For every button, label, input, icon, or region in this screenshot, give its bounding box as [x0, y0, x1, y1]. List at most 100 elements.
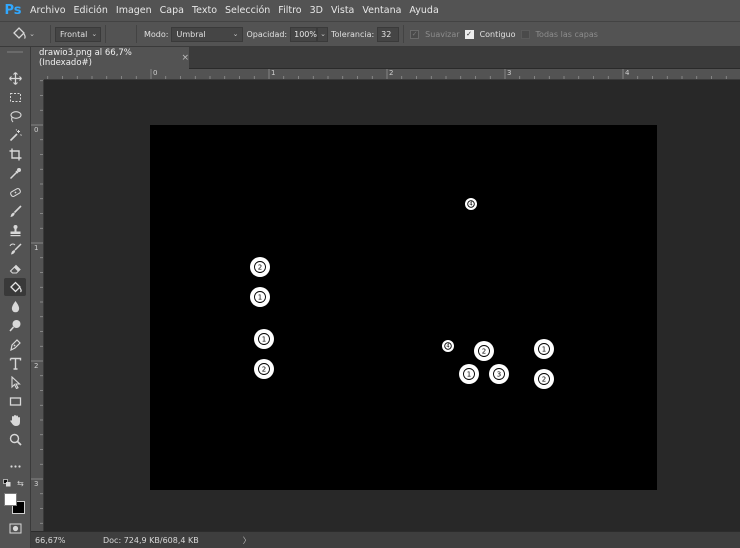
quick-mask-icon[interactable] — [4, 519, 26, 537]
marquee-icon[interactable] — [4, 88, 26, 106]
menu-archivo[interactable]: Archivo — [26, 0, 70, 21]
separator — [105, 25, 106, 43]
vertical-ruler-ticks — [31, 80, 43, 524]
marker-label: 2 — [258, 264, 262, 272]
contiguous-label: Contiguo — [479, 29, 516, 39]
paint-bucket-icon — [13, 27, 26, 39]
menu-filtro[interactable]: Filtro — [274, 0, 305, 21]
canvas-marker-3: 1 — [254, 329, 274, 349]
photoshop-logo: Ps — [4, 3, 22, 18]
separator — [136, 25, 137, 43]
chevron-down-icon: ⌄ — [29, 30, 35, 38]
eyedropper-icon[interactable] — [4, 164, 26, 182]
ruler-v-label: 0 — [34, 126, 39, 134]
magic-wand-icon[interactable] — [4, 126, 26, 144]
canvas-marker-7: 2 — [474, 341, 494, 361]
canvas-marker-6: 4 — [442, 340, 454, 352]
healing-brush-icon[interactable] — [4, 183, 26, 201]
all-layers-label: Todas las capas — [535, 29, 598, 39]
document-tab-bar: drawio3.png al 66,7% (Indexado#) × — [31, 47, 740, 69]
marker-label: 4 — [446, 344, 449, 350]
canvas-image: 2 1 1 2 4 4 2 1 3 1 2 — [250, 198, 554, 389]
opacity-input[interactable]: 100% — [290, 26, 318, 42]
eraser-icon[interactable] — [4, 259, 26, 277]
contiguous-checkbox[interactable]: ✓ — [464, 29, 474, 39]
ruler-v-label: 2 — [34, 362, 39, 370]
mode-label: Modo: — [144, 29, 169, 39]
canvas-marker-10: 1 — [534, 339, 554, 359]
document-tab[interactable]: drawio3.png al 66,7% (Indexado#) × — [31, 47, 189, 69]
foreground-color-swatch[interactable] — [4, 493, 17, 506]
marker-label: 3 — [497, 371, 501, 379]
pattern-picker-placeholder — [110, 27, 132, 42]
path-selection-icon[interactable] — [4, 373, 26, 391]
document-size-info[interactable]: Doc: 724,9 KB/608,4 KB — [103, 536, 199, 545]
menu-edicion[interactable]: Edición — [70, 0, 112, 21]
marker-label: 1 — [542, 346, 546, 354]
vertical-ruler[interactable]: 0 1 2 3 — [31, 80, 44, 531]
tolerance-input[interactable]: 32 — [377, 26, 400, 42]
document-canvas[interactable]: 2 1 1 2 4 4 2 1 3 1 2 — [150, 125, 657, 490]
smooth-checkbox[interactable]: ✓ — [410, 29, 420, 39]
ruler-v-label: 3 — [34, 480, 39, 488]
menu-ventana[interactable]: Ventana — [358, 0, 405, 21]
lasso-icon[interactable] — [4, 107, 26, 125]
zoom-level-field[interactable]: 66,67% — [31, 536, 73, 545]
smooth-label: Suavizar — [425, 29, 460, 39]
marker-label: 1 — [262, 336, 266, 344]
canvas-marker-11: 2 — [534, 369, 554, 389]
menu-bar: Ps Archivo Edición Imagen Capa Texto Sel… — [0, 0, 740, 21]
dodge-icon[interactable] — [4, 316, 26, 334]
menu-seleccion[interactable]: Selección — [221, 0, 274, 21]
menu-capa[interactable]: Capa — [156, 0, 188, 21]
fill-source-dropdown[interactable]: Frontal ⌄ — [55, 26, 101, 42]
menu-ayuda[interactable]: Ayuda — [405, 0, 442, 21]
paint-bucket-icon[interactable] — [4, 278, 26, 296]
all-layers-checkbox[interactable] — [520, 29, 530, 39]
zoom-icon[interactable] — [4, 430, 26, 448]
separator — [403, 25, 405, 43]
canvas-marker-2: 1 — [250, 287, 270, 307]
ruler-h-label: 2 — [389, 69, 394, 77]
fill-source-value: Frontal — [60, 29, 88, 39]
horizontal-ruler[interactable]: 0 1 2 3 4 — [44, 69, 740, 80]
mode-value: Umbral — [176, 29, 206, 39]
crop-icon[interactable] — [4, 145, 26, 163]
document-workspace[interactable]: 2 1 1 2 4 4 2 1 3 1 2 — [44, 80, 740, 531]
ruler-h-label: 3 — [507, 69, 512, 77]
pen-icon[interactable] — [4, 335, 26, 353]
close-icon[interactable]: × — [181, 53, 189, 63]
move-icon[interactable] — [4, 69, 26, 87]
menu-imagen[interactable]: Imagen — [112, 0, 156, 21]
ruler-h-label: 0 — [153, 69, 158, 77]
chevron-down-icon: ⌄ — [232, 30, 239, 38]
more-tools-icon[interactable] — [4, 457, 26, 475]
menu-texto[interactable]: Texto — [188, 0, 221, 21]
mode-dropdown[interactable]: Umbral ⌄ — [171, 26, 244, 42]
chevron-right-icon[interactable]: 〉 — [243, 535, 251, 546]
marker-label: 4 — [469, 202, 472, 208]
opacity-dropdown[interactable]: ⌄ — [317, 26, 329, 42]
blur-icon[interactable] — [4, 297, 26, 315]
history-brush-icon[interactable] — [4, 240, 26, 258]
opacity-label: Opacidad: — [246, 29, 288, 39]
default-colors-icon[interactable] — [3, 479, 11, 490]
status-bar: 66,67% Doc: 724,9 KB/608,4 KB 〉 — [31, 531, 740, 548]
menu-vista[interactable]: Vista — [327, 0, 358, 21]
clone-stamp-icon[interactable] — [4, 221, 26, 239]
menu-3d[interactable]: 3D — [306, 0, 327, 21]
marker-label: 1 — [258, 294, 262, 302]
marker-label: 2 — [542, 376, 546, 384]
chevron-down-icon: ⌄ — [91, 30, 98, 38]
hand-icon[interactable] — [4, 411, 26, 429]
brush-icon[interactable] — [4, 202, 26, 220]
swap-colors-icon[interactable]: ⇆ — [17, 479, 24, 488]
separator — [50, 25, 51, 43]
type-icon[interactable] — [4, 354, 26, 372]
ruler-origin[interactable] — [31, 69, 44, 80]
document-tab-title: drawio3.png al 66,7% (Indexado#) — [39, 48, 132, 68]
rectangle-icon[interactable] — [4, 392, 26, 410]
tool-preset-picker[interactable]: ⌄ — [0, 27, 46, 41]
tolerance-label: Tolerancia: — [331, 29, 375, 39]
chevron-down-icon: ⌄ — [320, 30, 326, 38]
